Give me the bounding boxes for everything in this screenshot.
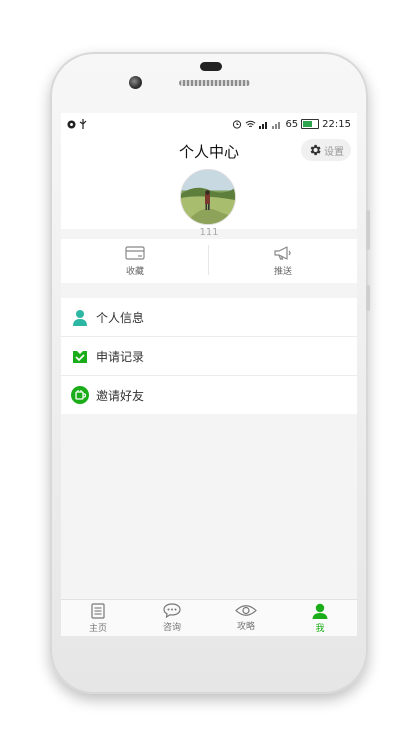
menu-item-application-records[interactable]: 申请记录 (61, 337, 357, 376)
avatar-photo (181, 170, 235, 224)
user-icon (312, 603, 328, 619)
menu-item-label: 个人信息 (96, 310, 145, 325)
signal-icon (272, 121, 281, 129)
person-icon (71, 308, 89, 326)
screen: 65 22:15 个人中心 设置 111 收藏 推送 个人信息 申请记录 邀请好… (61, 113, 357, 636)
notification-icon (67, 119, 76, 129)
header: 个人中心 设置 (61, 135, 357, 165)
favorites-label: 收藏 (125, 267, 144, 277)
proximity-sensor (200, 62, 222, 71)
earpiece-speaker (179, 80, 250, 86)
menu-item-personal-info[interactable]: 个人信息 (61, 298, 357, 337)
tab-me[interactable]: 我 (283, 600, 357, 636)
battery-icon (301, 119, 320, 129)
username: 111 (199, 227, 219, 238)
chat-icon (163, 603, 181, 618)
battery-percent: 65 (285, 118, 299, 130)
favorites-button[interactable]: 收藏 (61, 239, 209, 283)
tab-home[interactable]: 主页 (61, 600, 135, 636)
tab-label: 主页 (88, 623, 107, 634)
tab-label: 我 (315, 623, 325, 634)
front-camera (129, 76, 142, 89)
tab-label: 咨询 (162, 623, 181, 633)
card-icon (125, 246, 145, 260)
settings-label: 设置 (324, 146, 344, 158)
profile-section (61, 165, 357, 229)
quick-actions: 收藏 推送 (61, 239, 357, 283)
tab-guide[interactable]: 攻略 (209, 600, 283, 636)
avatar[interactable] (180, 169, 236, 225)
wifi-icon (246, 120, 256, 127)
tab-label: 攻略 (236, 622, 255, 632)
settings-button[interactable]: 设置 (301, 139, 351, 161)
record-icon (71, 347, 89, 365)
signal-icon (259, 121, 268, 129)
usb-icon (79, 119, 87, 129)
push-button[interactable]: 推送 (209, 239, 357, 283)
tab-consult[interactable]: 咨询 (135, 600, 209, 636)
battery-fill (303, 121, 313, 127)
alarm-icon (233, 120, 242, 129)
menu-list: 个人信息 申请记录 邀请好友 (61, 298, 357, 414)
eye-icon (235, 605, 257, 616)
megaphone-icon (274, 246, 291, 260)
menu-item-invite-friends[interactable]: 邀请好友 (61, 376, 357, 414)
gear-icon (310, 144, 321, 156)
menu-item-label: 申请记录 (96, 349, 145, 364)
power-button (366, 285, 370, 311)
status-bar: 65 22:15 (61, 113, 357, 135)
bottom-tab-bar: 主页 咨询 攻略 我 (61, 599, 357, 636)
document-icon (91, 602, 105, 619)
menu-item-label: 邀请好友 (96, 388, 145, 403)
invite-icon (71, 386, 89, 404)
clock: 22:15 (322, 118, 351, 130)
push-label: 推送 (273, 267, 292, 277)
volume-button (366, 210, 370, 250)
